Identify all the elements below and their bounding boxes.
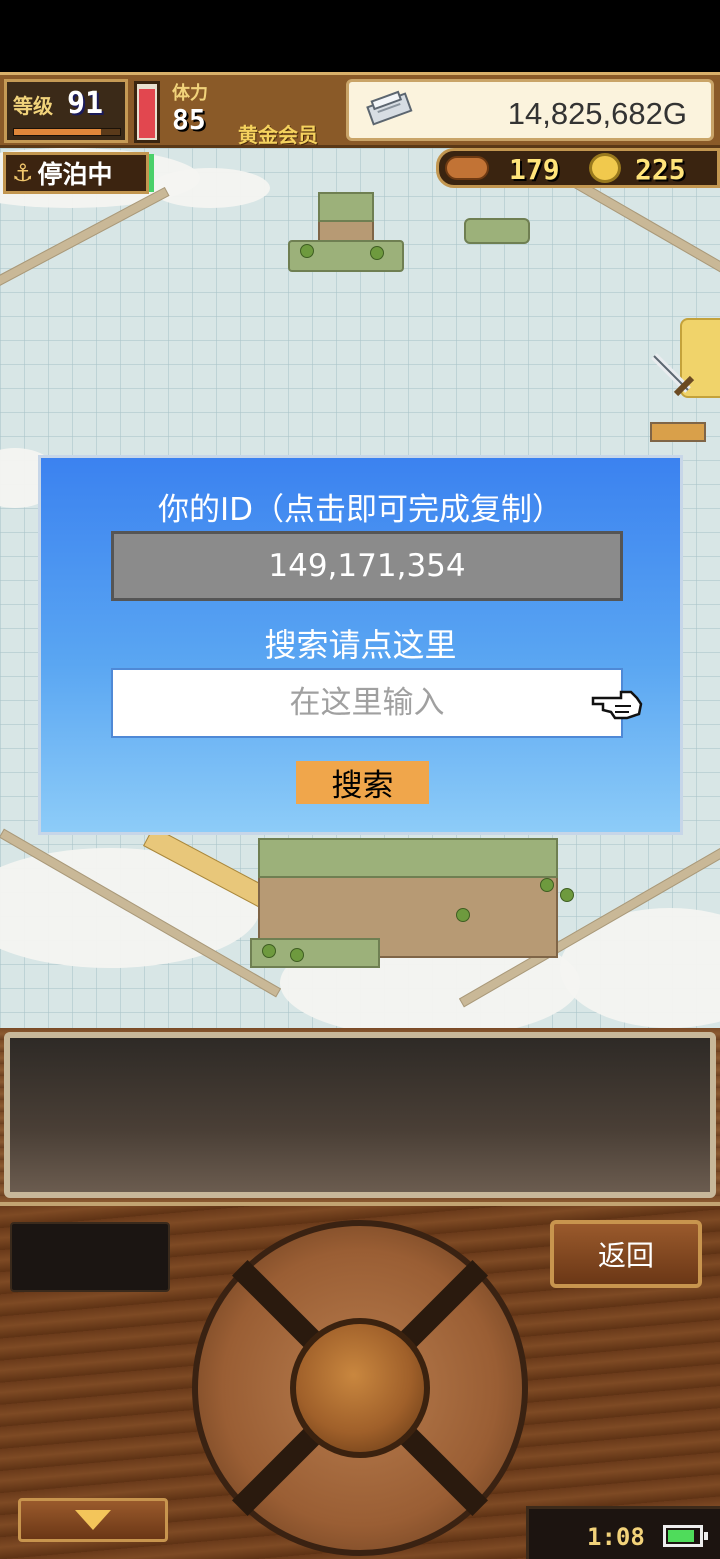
battery-fill	[668, 1530, 694, 1542]
stamina-gauge	[134, 81, 160, 143]
search-prompt: 搜索请点这里	[264, 626, 457, 664]
back-button[interactable]: 返回	[550, 1220, 702, 1288]
exp-bar-fill	[14, 129, 101, 135]
battery-icon	[663, 1525, 708, 1547]
anchor-icon: ⚓	[12, 159, 34, 187]
clock-panel: 1:08	[526, 1506, 720, 1559]
level-label: 等级	[13, 94, 53, 118]
sword-icon[interactable]	[646, 348, 700, 402]
system-status-strip	[0, 0, 720, 72]
silver-bar-icon	[366, 90, 413, 126]
clock-time: 1:08	[587, 1523, 645, 1551]
level-value: 91	[67, 86, 104, 121]
tree	[540, 878, 554, 892]
resource-counter: 179 225	[436, 148, 720, 188]
stamina-value: 85	[172, 103, 206, 136]
island-plateau	[318, 192, 374, 222]
stamina-gauge-fill	[139, 88, 155, 138]
directional-pad[interactable]	[192, 1220, 528, 1556]
coin-count: 225	[635, 153, 686, 186]
collapse-button[interactable]	[18, 1498, 168, 1542]
docked-status[interactable]: ⚓ 停泊中	[3, 152, 149, 194]
player-id-field[interactable]: 149,171,354	[111, 531, 623, 601]
port-dock[interactable]	[650, 422, 706, 442]
level-panel: 等级 91	[4, 79, 128, 143]
island-plateau	[258, 838, 558, 878]
triangle-down-icon	[75, 1510, 111, 1530]
tree	[300, 244, 314, 258]
top-hud: 等级 91 体力 85 黄金会员 14,825,682G	[0, 72, 720, 148]
search-input[interactable]	[111, 668, 623, 738]
gold-member-badge: 黄金会员	[238, 123, 318, 147]
cloud	[150, 168, 270, 208]
dpad-center-button[interactable]	[290, 1318, 430, 1458]
money-value: 14,825,682G	[507, 96, 687, 131]
docked-status-indicator	[149, 154, 154, 192]
search-button[interactable]: 搜索	[296, 761, 429, 804]
friend-search-dialog: 你的ID（点击即可完成复制） 149,171,354 搜索请点这里 搜索	[38, 455, 683, 835]
pointing-hand-icon	[591, 690, 643, 720]
ticket-count: 179	[509, 153, 560, 186]
message-window	[4, 1032, 716, 1198]
money-panel: 14,825,682G	[346, 79, 714, 141]
stamina-label: 体力	[172, 83, 208, 104]
ticket-icon	[445, 156, 489, 180]
battery-tip	[704, 1532, 708, 1540]
tree	[456, 908, 470, 922]
small-island	[464, 218, 530, 244]
tree	[370, 246, 384, 260]
tree	[262, 944, 276, 958]
docked-status-label: 停泊中	[37, 160, 113, 189]
empty-slot	[10, 1222, 170, 1292]
exp-bar	[13, 128, 121, 136]
tree	[290, 948, 304, 962]
controller-area: 返回 1:08	[0, 1202, 720, 1559]
control-panel: 返回 1:08	[0, 1028, 720, 1559]
dialog-title: 你的ID（点击即可完成复制）	[157, 492, 563, 528]
tree	[560, 888, 574, 902]
gold-coin-icon	[589, 153, 621, 183]
